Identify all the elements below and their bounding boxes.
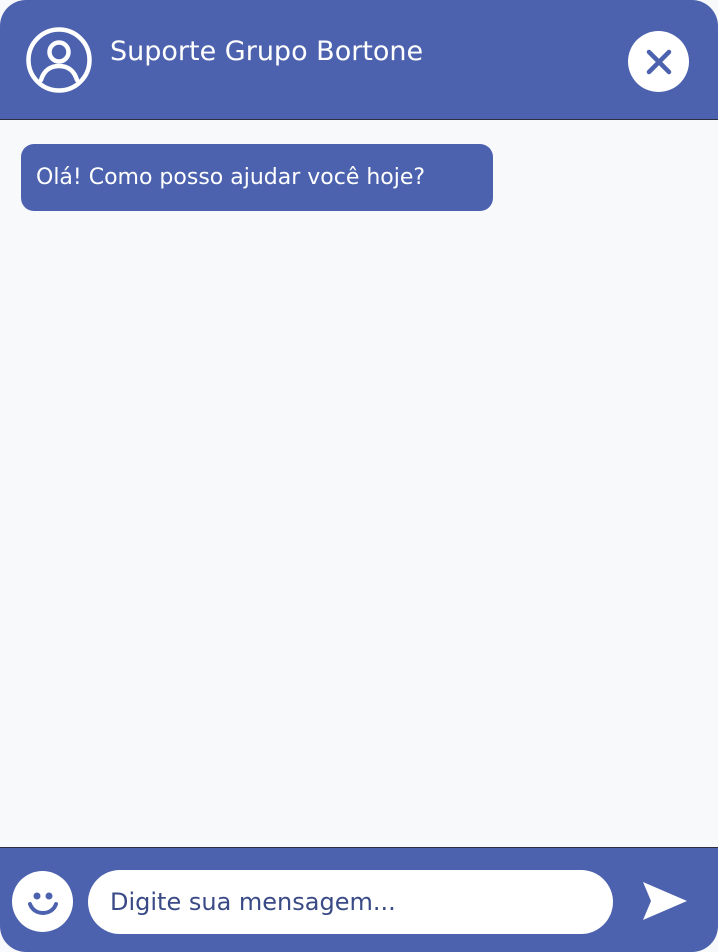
message-composer: [0, 847, 718, 952]
bot-message-bubble: Olá! Como posso ajudar você hoje?: [21, 144, 493, 211]
chat-title: Suporte Grupo Bortone: [110, 36, 424, 67]
message-list: Olá! Como posso ajudar você hoje?: [0, 120, 718, 847]
message-input[interactable]: [88, 870, 613, 934]
user-circle-icon: [26, 27, 92, 93]
emoji-button[interactable]: [12, 871, 73, 932]
send-icon: [640, 878, 690, 924]
close-icon: [646, 49, 672, 75]
chat-header: Suporte Grupo Bortone: [0, 0, 718, 120]
smiley-icon: [26, 885, 60, 919]
close-button[interactable]: [628, 31, 689, 92]
send-button[interactable]: [640, 878, 690, 924]
chat-widget: Suporte Grupo Bortone Olá! Como posso aj…: [0, 0, 718, 952]
